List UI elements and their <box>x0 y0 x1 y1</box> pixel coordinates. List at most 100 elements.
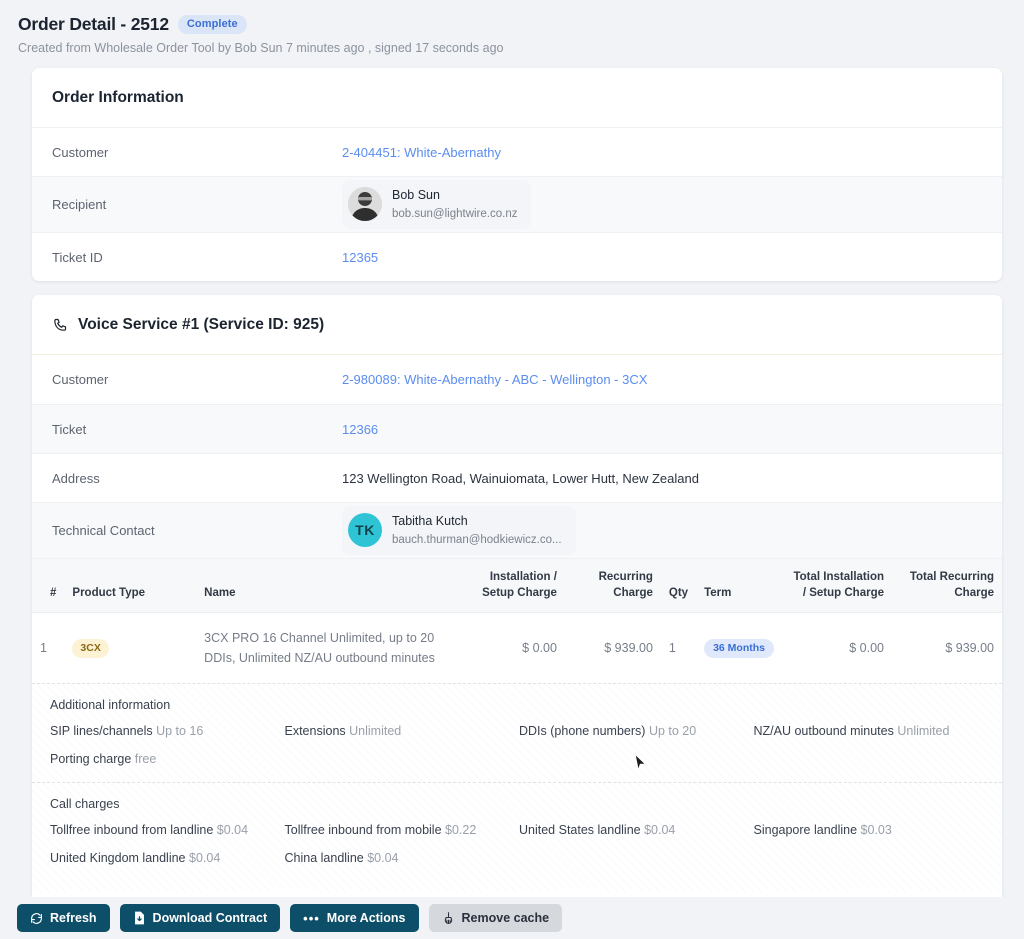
info-row-customer: Customer 2-404451: White-Abernathy <box>32 127 1002 176</box>
recipient-name: Bob Sun <box>392 188 440 203</box>
download-contract-label: Download Contract <box>152 911 268 925</box>
info-row-technical-contact: Technical Contact TK Tabitha Kutch bauch… <box>32 502 1002 558</box>
kv-item: Porting charge free <box>46 751 281 767</box>
col-hash: # <box>32 558 65 614</box>
value-voice-customer-link[interactable]: 2-980089: White-Abernathy - ABC - Wellin… <box>342 372 647 387</box>
products-table: # Product Type Name Installation / Setup… <box>32 558 1002 939</box>
table-row[interactable]: 1 3CX 3CX PRO 16 Channel Unlimited, up t… <box>32 613 1002 684</box>
value-customer-link[interactable]: 2-404451: White-Abernathy <box>342 145 501 160</box>
refresh-label: Refresh <box>50 911 97 925</box>
kv-value: $0.04 <box>189 850 221 865</box>
table-row-detail: Additional information SIP lines/channel… <box>32 683 1002 892</box>
kv-value: Up to 16 <box>156 724 204 739</box>
col-installation-setup-charge: Installation / Setup Charge <box>468 558 565 614</box>
col-product-type: Product Type <box>64 558 197 614</box>
cell-qty: 1 <box>668 641 676 656</box>
kv-value: $0.04 <box>644 822 676 837</box>
label-recipient: Recipient <box>52 197 107 212</box>
page-subtitle: Created from Wholesale Order Tool by Bob… <box>18 41 504 55</box>
value-address: 123 Wellington Road, Wainuiomata, Lower … <box>342 470 699 486</box>
label-technical-contact: Technical Contact <box>52 523 155 538</box>
info-row-recipient: Recipient Bob Sun bob.sun@lightwire.co.n… <box>32 176 1002 232</box>
kv-value: $0.04 <box>216 822 249 837</box>
info-row-voice-ticket: Ticket 12366 <box>32 404 1002 453</box>
label-customer: Customer <box>52 144 109 160</box>
label-ticket-id: Ticket ID <box>52 249 103 265</box>
additional-information-block: Additional information SIP lines/channel… <box>32 683 1002 782</box>
kv-item: DDIs (phone numbers) Up to 20 <box>515 723 750 751</box>
download-contract-button[interactable]: Download Contract <box>119 904 281 932</box>
recipient-email: bob.sun@lightwire.co.nz <box>392 208 518 221</box>
kv-value: $0.04 <box>367 850 399 865</box>
term-badge: 36 Months <box>704 638 774 658</box>
technical-contact-email: bauch.thurman@hodkiewicz.co... <box>392 534 562 547</box>
page-header: Order Detail - 2512 Complete Created fro… <box>0 0 1024 55</box>
additional-information-title: Additional information <box>50 698 171 713</box>
cell-installation: $ 0.00 <box>522 641 557 656</box>
col-total-installation-setup-charge: Total Installation / Setup Charge <box>782 558 892 614</box>
products-table-head: # Product Type Name Installation / Setup… <box>32 558 1002 614</box>
call-charges-grid: Tollfree inbound from landline $0.04 Tol… <box>46 822 984 879</box>
kv-item: Tollfree inbound from landline $0.04 <box>46 822 281 850</box>
col-qty: Qty <box>660 558 697 614</box>
page-title: Order Detail - 2512 <box>18 14 169 34</box>
kv-key: Extensions <box>284 724 346 739</box>
kv-key: Tollfree inbound from landline <box>50 822 214 837</box>
kv-key: China landline <box>284 850 364 865</box>
label-address: Address <box>52 470 100 486</box>
voice-service-card: Voice Service #1 (Service ID: 925) Custo… <box>32 295 1002 939</box>
technical-contact-name: Tabitha Kutch <box>392 514 468 529</box>
voice-service-heading: Voice Service #1 (Service ID: 925) <box>78 316 325 333</box>
order-information-heading: Order Information <box>52 89 184 106</box>
product-type-badge: 3CX <box>72 638 109 658</box>
col-name: Name <box>196 558 469 614</box>
refresh-icon <box>30 912 43 925</box>
mouse-cursor <box>634 752 647 777</box>
kv-item: United Kingdom landline $0.04 <box>46 850 281 878</box>
kv-value: Up to 20 <box>648 724 697 739</box>
avatar-initials: TK <box>348 513 382 548</box>
call-charges-title: Call charges <box>50 796 120 811</box>
cell-recurring: $ 939.00 <box>604 641 653 656</box>
kv-item: Extensions Unlimited <box>281 723 516 751</box>
label-voice-customer: Customer <box>52 372 109 387</box>
value-voice-ticket-link[interactable]: 12366 <box>342 422 378 437</box>
info-row-ticket-id: Ticket ID 12365 <box>32 232 1002 281</box>
download-icon <box>133 911 146 925</box>
kv-key: Porting charge <box>50 752 132 767</box>
more-actions-button[interactable]: ••• More Actions <box>290 904 419 932</box>
info-row-voice-customer: Customer 2-980089: White-Abernathy - ABC… <box>32 355 1002 404</box>
order-detail-page: Order Detail - 2512 Complete Created fro… <box>0 0 1024 939</box>
kv-key: NZ/AU outbound minutes <box>753 724 894 739</box>
kv-value: Unlimited <box>897 724 950 739</box>
kv-key: United States landline <box>519 822 641 837</box>
kv-key: SIP lines/channels <box>50 724 153 739</box>
recipient-chip[interactable]: Bob Sun bob.sun@lightwire.co.nz <box>342 180 532 229</box>
order-information-card: Order Information Customer 2-404451: Whi… <box>32 68 1002 281</box>
technical-contact-chip-text: Tabitha Kutch bauch.thurman@hodkiewicz.c… <box>392 512 562 549</box>
broom-icon <box>442 911 455 925</box>
kv-key: Tollfree inbound from mobile <box>284 822 442 837</box>
kv-key: DDIs (phone numbers) <box>519 724 646 739</box>
col-term: Term <box>696 558 782 614</box>
avatar <box>348 187 382 222</box>
col-recurring-charge: Recurring Charge <box>564 558 661 614</box>
recipient-chip-text: Bob Sun bob.sun@lightwire.co.nz <box>392 186 517 223</box>
cell-product-type: 3CX <box>64 613 196 684</box>
additional-information-grid: SIP lines/channels Up to 16 Extensions U… <box>46 723 984 768</box>
products-table-body: 1 3CX 3CX PRO 16 Channel Unlimited, up t… <box>32 613 1002 939</box>
cell-row-number: 1 <box>40 641 47 656</box>
kv-value: $0.22 <box>445 822 477 837</box>
kv-item: SIP lines/channels Up to 16 <box>46 723 281 751</box>
status-badge: Complete <box>177 15 247 34</box>
cell-product-name: 3CX PRO 16 Channel Unlimited, up to 20 D… <box>204 631 435 666</box>
refresh-button[interactable]: Refresh <box>17 904 110 932</box>
table-header-row: # Product Type Name Installation / Setup… <box>32 558 1002 614</box>
value-ticket-id-link[interactable]: 12365 <box>342 250 378 265</box>
remove-cache-button[interactable]: Remove cache <box>428 904 563 932</box>
col-total-recurring-charge: Total Recurring Charge <box>892 558 1002 614</box>
technical-contact-chip[interactable]: TK Tabitha Kutch bauch.thurman@hodkiewic… <box>342 506 576 555</box>
kv-value: $0.03 <box>860 822 892 837</box>
cell-total-recurring: $ 939.00 <box>945 641 994 656</box>
call-charges-block: Call charges Tollfree inbound from landl… <box>32 781 1002 893</box>
